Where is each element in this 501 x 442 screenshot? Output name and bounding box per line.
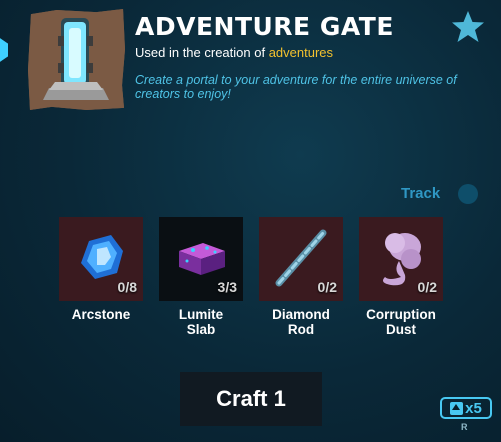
item-description: Create a portal to your adventure for th… [135, 73, 457, 101]
adventure-gate-icon [27, 9, 126, 110]
ingredient-slot[interactable]: 0/2 [359, 217, 443, 301]
craft-multiplier-button[interactable]: x5 [440, 397, 492, 419]
ingredient-slot[interactable]: 0/8 [59, 217, 143, 301]
ingredient-slot[interactable]: 3/3 [159, 217, 243, 301]
multiplier-label: x5 [465, 399, 482, 417]
keybind-hint: R [461, 422, 468, 432]
ingredient-count: 0/2 [417, 279, 437, 295]
ingredient-lumite-slab[interactable]: 3/3 Lumite Slab [159, 217, 243, 337]
star-icon[interactable] [451, 10, 485, 44]
ingredient-count: 0/8 [117, 279, 137, 295]
ingredient-diamond-rod[interactable]: 0/2 Diamond Rod [259, 217, 343, 337]
ingredient-count: 3/3 [217, 279, 237, 295]
shift-arrow-icon [450, 401, 464, 415]
craft-button[interactable]: Craft 1 [180, 372, 322, 426]
ingredient-name: Arcstone [71, 307, 131, 322]
ingredient-name: Diamond Rod [272, 307, 330, 337]
ingredient-corruption-dust[interactable]: 0/2 Corruption Dust [359, 217, 443, 337]
track-toggle[interactable] [458, 184, 478, 204]
ingredient-arcstone[interactable]: 0/8 Arcstone [59, 217, 143, 322]
item-title: ADVENTURE GATE [135, 12, 394, 41]
ingredient-name: Lumite Slab [178, 307, 224, 337]
subtitle-link: adventures [268, 45, 334, 60]
ingredient-slot[interactable]: 0/2 [259, 217, 343, 301]
ingredient-count: 0/2 [317, 279, 337, 295]
item-subtitle: Used in the creation of adventures [135, 45, 333, 60]
subtitle-prefix: Used in the creation of [135, 45, 269, 60]
ingredient-name: Corruption Dust [366, 307, 436, 337]
track-label[interactable]: Track [401, 185, 440, 202]
side-panel-tab[interactable] [0, 34, 8, 66]
